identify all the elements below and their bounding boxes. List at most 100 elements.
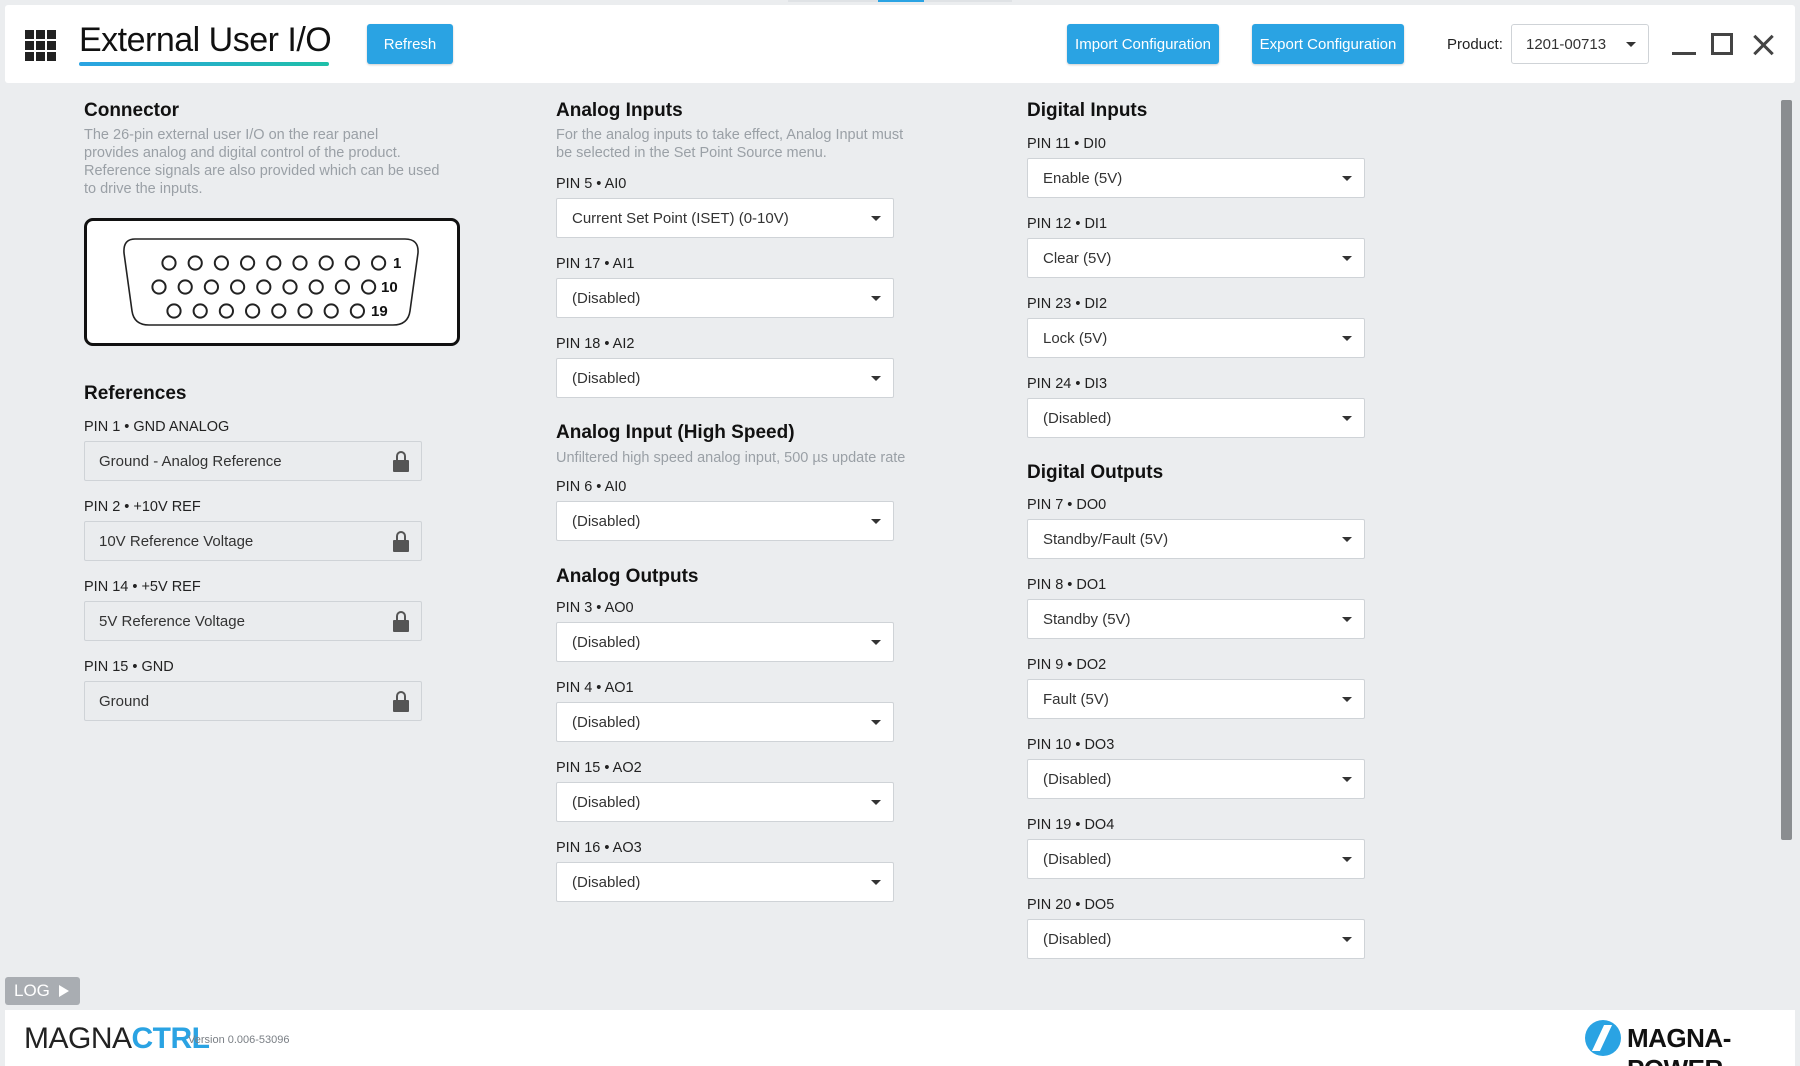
pin-function-value: (Disabled)	[572, 370, 641, 387]
connector-pin	[361, 279, 377, 295]
minimize-button[interactable]	[1670, 31, 1698, 59]
chevron-down-icon	[1342, 256, 1352, 261]
pin-label: PIN 14 • +5V REF	[84, 579, 201, 595]
connector-pin	[187, 255, 203, 271]
connector-pin	[213, 255, 229, 271]
pin-function-select[interactable]: Standby (5V)	[1027, 599, 1365, 639]
export-configuration-button[interactable]: Export Configuration	[1252, 24, 1404, 64]
chevron-down-icon	[871, 296, 881, 301]
pin-label: PIN 2 • +10V REF	[84, 499, 201, 515]
pin-function-select[interactable]: Standby/Fault (5V)	[1027, 519, 1365, 559]
pin-label: PIN 4 • AO1	[556, 680, 634, 696]
chevron-down-icon	[1626, 42, 1636, 47]
pin-label: PIN 16 • AO3	[556, 840, 642, 856]
maximize-button[interactable]	[1709, 31, 1737, 59]
pin-label: PIN 15 • AO2	[556, 760, 642, 776]
connector-diagram: 1 10 19	[84, 218, 460, 346]
connector-pin	[218, 303, 234, 319]
pin-function-select[interactable]: Clear (5V)	[1027, 238, 1365, 278]
connector-pinout-svg: 1 10 19	[123, 238, 419, 326]
connector-pin	[297, 303, 313, 319]
pin-function-select[interactable]: (Disabled)	[556, 782, 894, 822]
digital-outputs-title: Digital Outputs	[1027, 462, 1164, 483]
analog-outputs-title: Analog Outputs	[556, 566, 699, 587]
pin-function-select[interactable]: (Disabled)	[1027, 839, 1365, 879]
pin-function-select[interactable]: Enable (5V)	[1027, 158, 1365, 198]
pin-label: PIN 5 • AI0	[556, 176, 627, 192]
chevron-down-icon	[1342, 416, 1352, 421]
connector-title: Connector	[84, 100, 179, 121]
pin-label: PIN 1 • GND ANALOG	[84, 419, 230, 435]
pin-label: PIN 7 • DO0	[1027, 497, 1107, 513]
lock-icon	[393, 611, 409, 632]
title-underline	[79, 62, 329, 66]
apps-grid-icon[interactable]	[25, 30, 57, 62]
chevron-down-icon	[1342, 336, 1352, 341]
connector-pin	[177, 279, 193, 295]
product-label: Product:	[1447, 36, 1503, 53]
connector-description: The 26-pin external user I/O on the rear…	[84, 127, 440, 197]
reference-value: 5V Reference Voltage	[99, 613, 245, 630]
pin-function-select[interactable]: (Disabled)	[556, 278, 894, 318]
chevron-down-icon	[1342, 617, 1352, 622]
connector-pin	[282, 279, 298, 295]
pin-function-value: (Disabled)	[572, 290, 641, 307]
product-select[interactable]: 1201-00713	[1511, 24, 1649, 64]
app-footer: MAGNACTRL Version 0.006-53096 MAGNA-POWE…	[5, 1010, 1795, 1066]
pin-label: PIN 6 • AI0	[556, 479, 627, 495]
import-configuration-button[interactable]: Import Configuration	[1067, 24, 1219, 64]
pin-function-value: Fault (5V)	[1043, 691, 1109, 708]
pin-function-select[interactable]: (Disabled)	[556, 358, 894, 398]
chevron-down-icon	[1342, 777, 1352, 782]
connector-pin	[323, 303, 339, 319]
pin-function-select[interactable]: Lock (5V)	[1027, 318, 1365, 358]
lock-icon	[393, 691, 409, 712]
pin-function-value: (Disabled)	[572, 714, 641, 731]
pin-function-value: (Disabled)	[1043, 410, 1112, 427]
chevron-down-icon	[871, 376, 881, 381]
pin-function-select[interactable]: Current Set Point (ISET) (0-10V)	[556, 198, 894, 238]
pin-label: PIN 20 • DO5	[1027, 897, 1115, 913]
pin-function-select[interactable]: (Disabled)	[556, 862, 894, 902]
refresh-button[interactable]: Refresh	[367, 24, 453, 64]
pin-function-select[interactable]: (Disabled)	[556, 622, 894, 662]
analog-input-hs-description: Unfiltered high speed analog input, 500 …	[556, 450, 906, 466]
reference-field: 5V Reference Voltage	[84, 601, 422, 641]
pin-label: PIN 11 • DI0	[1027, 136, 1106, 152]
chevron-down-icon	[1342, 537, 1352, 542]
chevron-down-icon	[871, 720, 881, 725]
pin-function-select[interactable]: (Disabled)	[556, 501, 894, 541]
connector-pin	[308, 279, 324, 295]
analog-input-hs-title: Analog Input (High Speed)	[556, 422, 795, 443]
close-button[interactable]	[1749, 31, 1777, 59]
analog-inputs-description: For the analog inputs to take effect, An…	[556, 127, 904, 161]
pin-function-value: Lock (5V)	[1043, 330, 1108, 347]
pin-label: PIN 10 • DO3	[1027, 737, 1115, 753]
pin-function-select[interactable]: (Disabled)	[1027, 398, 1365, 438]
pin-label: PIN 24 • DI3	[1027, 376, 1108, 392]
connector-pin	[230, 279, 246, 295]
chevron-down-icon	[1342, 176, 1352, 181]
lock-icon	[393, 451, 409, 472]
log-toggle-button[interactable]: LOG	[5, 977, 80, 1005]
pin-label: PIN 15 • GND	[84, 659, 174, 675]
main-scrollbar[interactable]	[1780, 98, 1794, 978]
pin-label: PIN 17 • AI1	[556, 256, 635, 272]
pin-function-value: (Disabled)	[572, 874, 641, 891]
pin-function-select[interactable]: (Disabled)	[556, 702, 894, 742]
pin-function-value: Standby/Fault (5V)	[1043, 531, 1169, 548]
pin-function-value: (Disabled)	[572, 634, 641, 651]
top-tab-indicator	[788, 0, 1012, 2]
reference-field: 10V Reference Voltage	[84, 521, 422, 561]
log-label: LOG	[14, 981, 50, 1000]
connector-pin	[166, 303, 182, 319]
pin-function-select[interactable]: (Disabled)	[1027, 759, 1365, 799]
pin-label: PIN 3 • AO0	[556, 600, 634, 616]
pin-function-select[interactable]: (Disabled)	[1027, 919, 1365, 959]
pin-function-select[interactable]: Fault (5V)	[1027, 679, 1365, 719]
reference-field: Ground - Analog Reference	[84, 441, 422, 481]
scrollbar-thumb[interactable]	[1781, 100, 1792, 840]
connector-row-label: 19	[371, 303, 388, 320]
connector-pin	[151, 279, 167, 295]
chevron-down-icon	[1342, 937, 1352, 942]
